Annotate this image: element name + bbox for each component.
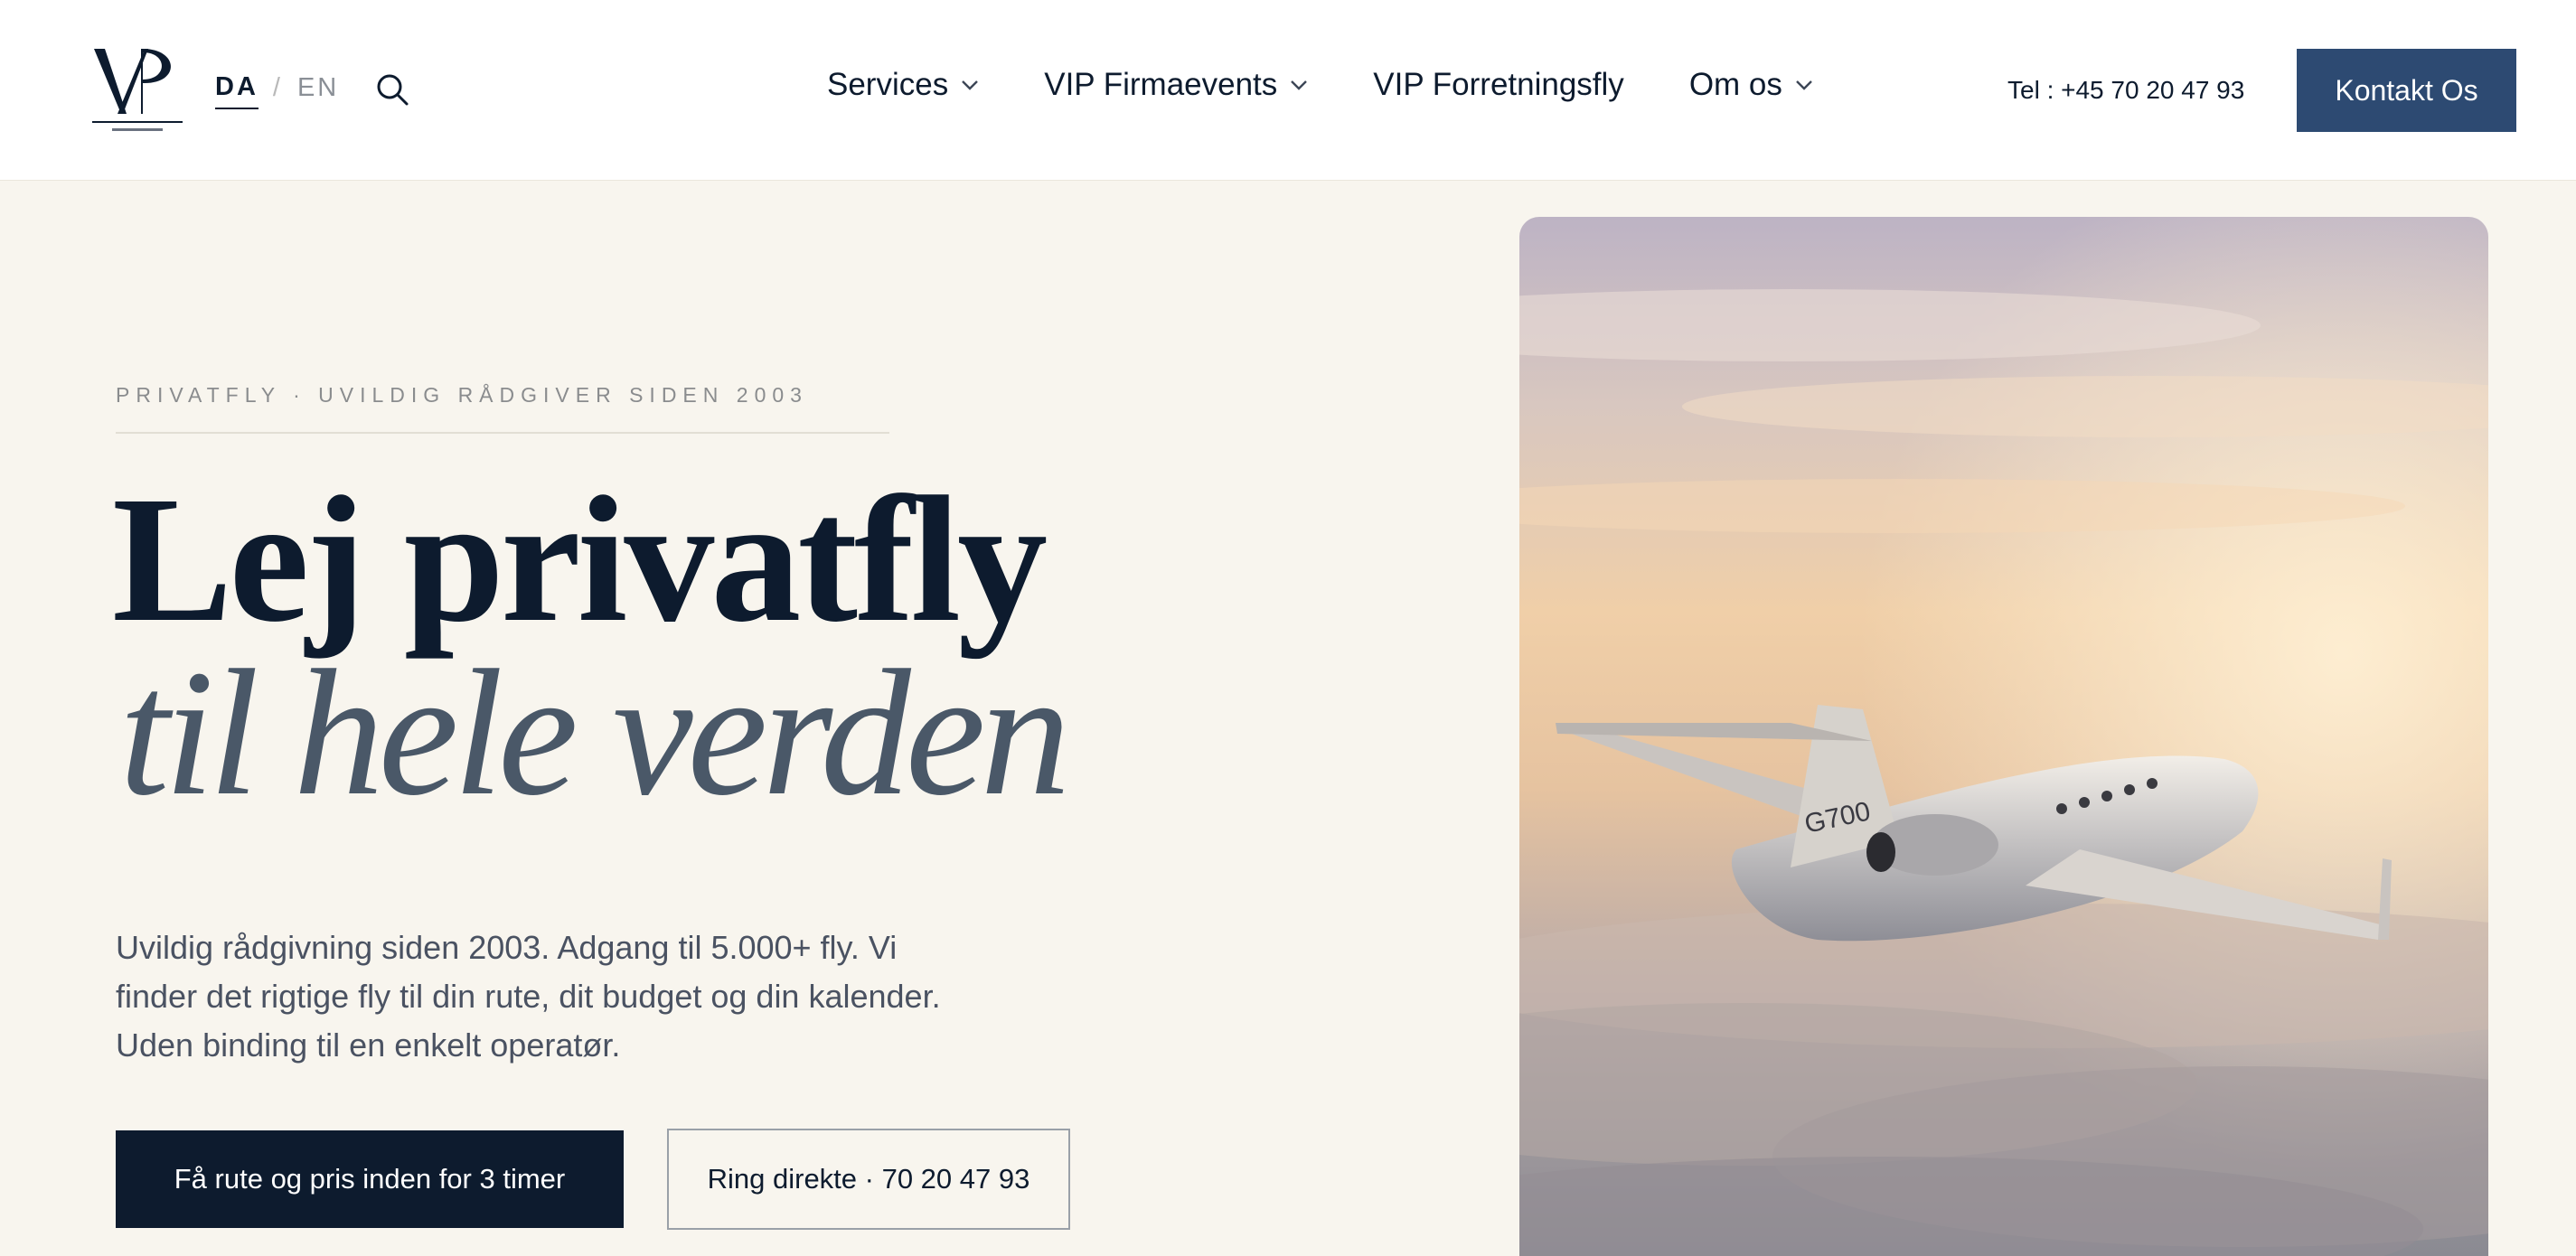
nav-label: Services: [827, 67, 949, 102]
hero-title-line1: Lej privatfly: [112, 460, 1048, 660]
chevron-down-icon: [962, 80, 979, 90]
site-header: DA / EN Services VIP Firmaevents VIP For…: [0, 0, 2576, 181]
lang-en[interactable]: EN: [297, 73, 339, 108]
main-nav: Services VIP Firmaevents VIP Forretnings…: [827, 67, 1813, 103]
hero-eyebrow: PRIVATFLY · UVILDIG RÅDGIVER SIDEN 2003: [116, 383, 808, 407]
chevron-down-icon: [1796, 80, 1812, 90]
nav-label: VIP Forretningsfly: [1373, 67, 1624, 102]
hero-title-line2: til hele verden: [119, 633, 1071, 833]
lang-separator: /: [272, 73, 283, 102]
call-direct-button[interactable]: Ring direkte · 70 20 47 93: [667, 1129, 1070, 1230]
nav-label: Om os: [1688, 67, 1782, 102]
get-route-price-button[interactable]: Få rute og pris inden for 3 timer: [116, 1130, 624, 1228]
lang-da[interactable]: DA: [215, 72, 259, 109]
hero-description: Uvildig rådgivning siden 2003. Adgang ti…: [116, 929, 941, 1064]
nav-item-services[interactable]: Services: [827, 67, 979, 103]
hero-jet-image: G700: [1519, 217, 2488, 1256]
nav-item-om-os[interactable]: Om os: [1689, 67, 1813, 103]
vp-logo[interactable]: [90, 43, 184, 137]
language-switcher: DA / EN: [215, 72, 339, 109]
nav-label: VIP Firmaevents: [1044, 67, 1278, 102]
nav-item-vip-forretningsfly[interactable]: VIP Forretningsfly: [1373, 67, 1624, 103]
contact-button[interactable]: Kontakt Os: [2297, 49, 2516, 132]
divider: [116, 432, 889, 434]
chevron-down-icon: [1291, 80, 1308, 90]
search-icon[interactable]: [375, 72, 409, 107]
phone-link[interactable]: Tel : +45 70 20 47 93: [2007, 76, 2244, 105]
nav-item-vip-firmaevents[interactable]: VIP Firmaevents: [1044, 67, 1308, 103]
